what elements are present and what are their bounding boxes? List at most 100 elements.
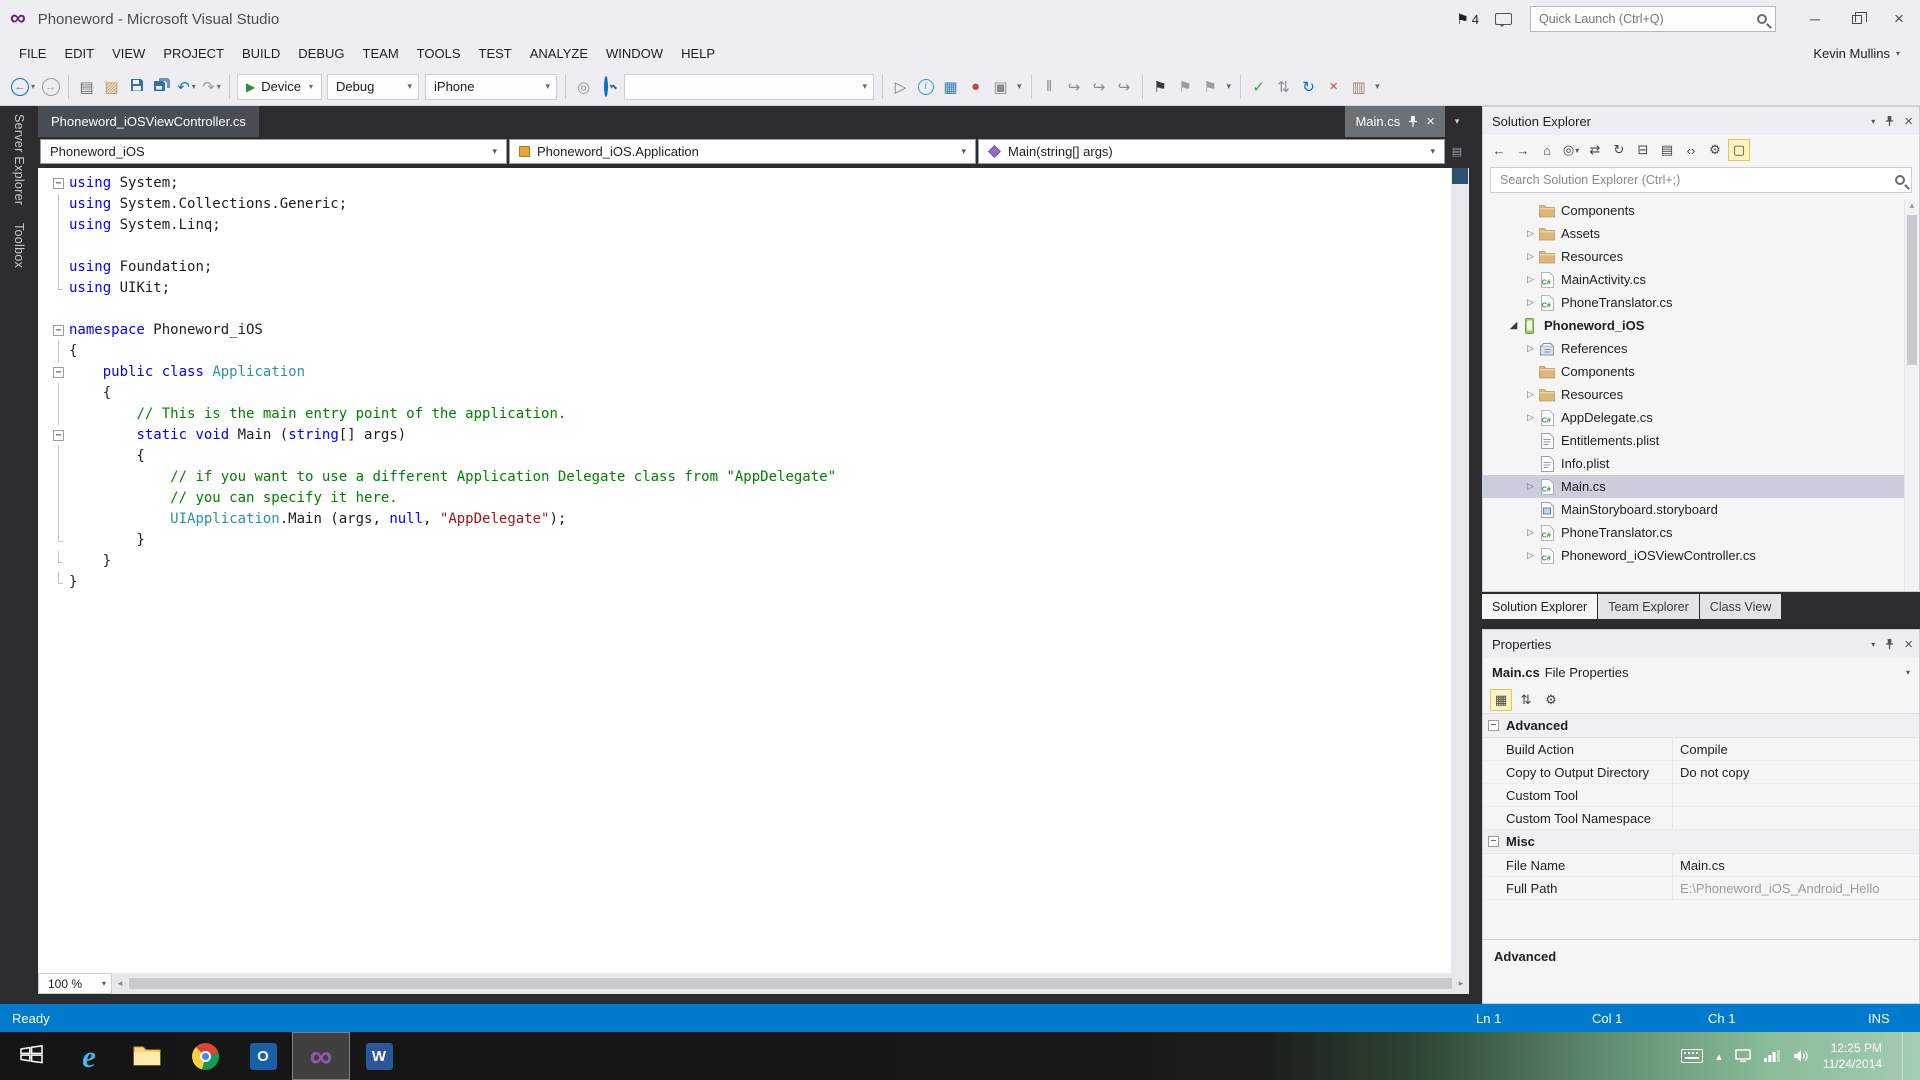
menu-item-help[interactable]: HELP [672,38,724,68]
property-row-copy-to-output-directory[interactable]: Copy to Output Directory Do not copy [1483,761,1919,784]
toolbar-step-over-icon[interactable]: ↪ [1062,74,1087,100]
pin-icon[interactable] [1885,638,1894,650]
toolbar-bookmark-icon[interactable]: ⚑ [1148,74,1173,100]
se-properties-icon[interactable]: ⚙ [1704,139,1726,161]
fold-collapse-icon[interactable]: − [52,362,69,383]
menu-item-build[interactable]: BUILD [233,38,289,68]
se-scope-filter-icon[interactable]: ◎ ▾ [1560,139,1582,161]
properties-categorized-icon[interactable]: ▦ [1490,689,1512,711]
se-back-icon[interactable]: ← [1488,139,1510,161]
chevron-collapsed-icon[interactable]: ▷ [1523,251,1538,262]
pin-icon[interactable] [1885,115,1894,127]
taskbar-app-outlook[interactable]: O [234,1032,292,1080]
chevron-collapsed-icon[interactable]: ▷ [1523,389,1538,400]
tool-strip-tab-toolbox[interactable]: Toolbox [12,223,26,268]
taskbar-app-start[interactable] [2,1032,60,1080]
menu-item-window[interactable]: WINDOW [597,38,672,68]
close-button[interactable]: × [1878,0,1920,38]
property-category-misc[interactable]: − Misc [1483,830,1919,854]
taskbar-app-word[interactable]: W [350,1032,408,1080]
fold-collapse-icon[interactable]: − [52,173,69,194]
zoom-select[interactable]: 100 % ▾ [38,973,112,994]
editor-horizontal-scrollbar[interactable]: ◂ ▸ [112,973,1469,994]
dock-tab-team-explorer[interactable]: Team Explorer [1598,594,1699,619]
property-row-custom-tool-namespace[interactable]: Custom Tool Namespace [1483,807,1919,830]
tree-item-mainactivity-cs[interactable]: ▷ C# MainActivity.cs [1483,268,1919,291]
show-hidden-icons-icon[interactable]: ▴ [1716,1050,1722,1063]
toolbar-navigate-forward-icon[interactable]: → [38,74,63,100]
collapse-icon[interactable]: − [1488,836,1499,847]
se-collapse-all-icon[interactable]: ⊟ [1632,139,1654,161]
property-row-full-path[interactable]: Full Path E:\Phoneword_iOS_Android_Hello [1483,877,1919,900]
show-desktop-button[interactable] [1902,1032,1910,1080]
taskbar-app-visual-studio[interactable]: ∞ [292,1032,350,1080]
properties-property-pages-icon[interactable]: ⚙ [1540,689,1562,711]
chevron-collapsed-icon[interactable]: ▷ [1523,343,1538,354]
se-forward-icon[interactable]: → [1512,139,1534,161]
preview-tab-main-cs[interactable]: Main.cs × [1345,106,1445,137]
toolbar-validate-icon[interactable]: ✓ [1246,74,1271,100]
collapse-icon[interactable]: − [1488,720,1499,731]
toolbar-nuget-package-icon[interactable]: ▥ [1346,74,1371,100]
toolbar-resource-sphere-icon[interactable]: ● [963,74,988,100]
property-row-custom-tool[interactable]: Custom Tool [1483,784,1919,807]
dock-tab-solution-explorer[interactable]: Solution Explorer [1482,594,1598,619]
notifications-button[interactable]: ⚑ 4 [1456,11,1479,28]
window-position-chevron-icon[interactable]: ▾ [1871,117,1875,126]
taskbar-clock[interactable]: 12:25 PM 11/24/2014 [1823,1040,1882,1072]
taskbar-app-file-explorer[interactable] [118,1032,176,1080]
chevron-collapsed-icon[interactable]: ▷ [1523,527,1538,538]
properties-object-selector[interactable]: Main.cs File Properties ▾ [1483,658,1919,687]
toolbar-attach-to-process-icon[interactable]: ◎ [571,74,596,100]
chevron-collapsed-icon[interactable]: ▷ [1523,481,1538,492]
tree-item-entitlements-plist[interactable]: Entitlements.plist [1483,429,1919,452]
window-position-chevron-icon[interactable]: ▾ [1871,640,1875,649]
close-icon[interactable]: × [1904,636,1913,653]
toolbar-next-bookmark-icon[interactable]: ⚑ [1198,74,1223,100]
toolbar-combo-device-target[interactable]: iPhone ▾ [425,73,558,100]
navbar-type-dropdown[interactable]: Phoneword_iOS.Application ▾ [509,139,976,164]
toolbar-new-file-icon[interactable]: ▤ [74,74,99,100]
scroll-left-icon[interactable]: ◂ [112,978,128,989]
solution-search-input[interactable]: Search Solution Explorer (Ctrl+;) [1490,167,1912,193]
toolbar-start-without-debugging-icon[interactable]: ▷ [888,74,913,100]
scroll-up-icon[interactable]: ▲ [1905,199,1919,213]
navbar-member-dropdown[interactable]: Main(string[] args) ▾ [978,139,1445,164]
toolbar-extensions-grid-icon[interactable]: ▦ [938,74,963,100]
restore-button[interactable] [1836,0,1878,38]
toolbar-break-all-icon[interactable]: ‖ [1037,74,1062,100]
se-view-code-icon[interactable]: ‹› [1680,139,1702,161]
quick-launch-input[interactable]: Quick Launch (Ctrl+Q) [1530,6,1776,32]
tree-item-components[interactable]: Components [1483,199,1919,222]
chevron-collapsed-icon[interactable]: ▷ [1523,274,1538,285]
se-home-icon[interactable]: ⌂ [1536,139,1558,161]
toolbar-screenshot-icon[interactable]: ▣ [988,74,1013,100]
toolbar-step-into-icon[interactable]: ↪ [1087,74,1112,100]
chevron-collapsed-icon[interactable]: ▷ [1523,550,1538,561]
tree-item-appdelegate-cs[interactable]: ▷ C# AppDelegate.cs [1483,406,1919,429]
split-editor-button[interactable]: ▤ [1447,139,1467,164]
property-category-advanced[interactable]: − Advanced [1483,714,1919,738]
tree-scrollbar[interactable]: ▲ [1904,199,1919,591]
menu-item-project[interactable]: PROJECT [154,38,233,68]
toolbar-chevron-down-icon[interactable]: ▾ [1223,81,1236,92]
code-editor[interactable]: − using System; using System.Collections.G… [38,168,1469,973]
tab-phoneword-iosviewcontroller[interactable]: Phoneword_iOSViewController.cs [38,106,259,137]
fold-collapse-icon[interactable]: − [52,320,69,341]
toolbar-find-in-files-icon[interactable]: ▾ [596,74,621,100]
toolbar-chevron-down-icon[interactable]: ▾ [1013,81,1026,92]
volume-icon[interactable] [1793,1049,1809,1063]
tree-item-phonetranslator-cs[interactable]: ▷ C# PhoneTranslator.cs [1483,521,1919,544]
tool-strip-tab-server-explorer[interactable]: Server Explorer [12,114,26,205]
menu-item-edit[interactable]: EDIT [55,38,103,68]
toolbar-previous-bookmark-icon[interactable]: ⚑ [1173,74,1198,100]
toolbar-redo-icon[interactable]: ↷ ▾ [199,74,224,100]
taskbar-app-internet-explorer[interactable]: e [60,1032,118,1080]
menu-item-tools[interactable]: TOOLS [408,38,470,68]
chevron-collapsed-icon[interactable]: ▷ [1523,412,1538,423]
toolbar-code-info-icon[interactable]: i [913,74,938,100]
toolbar-chevron-down-icon[interactable]: ▾ [1371,81,1384,92]
menu-item-view[interactable]: VIEW [103,38,154,68]
fold-collapse-icon[interactable]: − [52,425,69,446]
toolbar-combo-find-box[interactable]: ▾ [624,73,875,100]
